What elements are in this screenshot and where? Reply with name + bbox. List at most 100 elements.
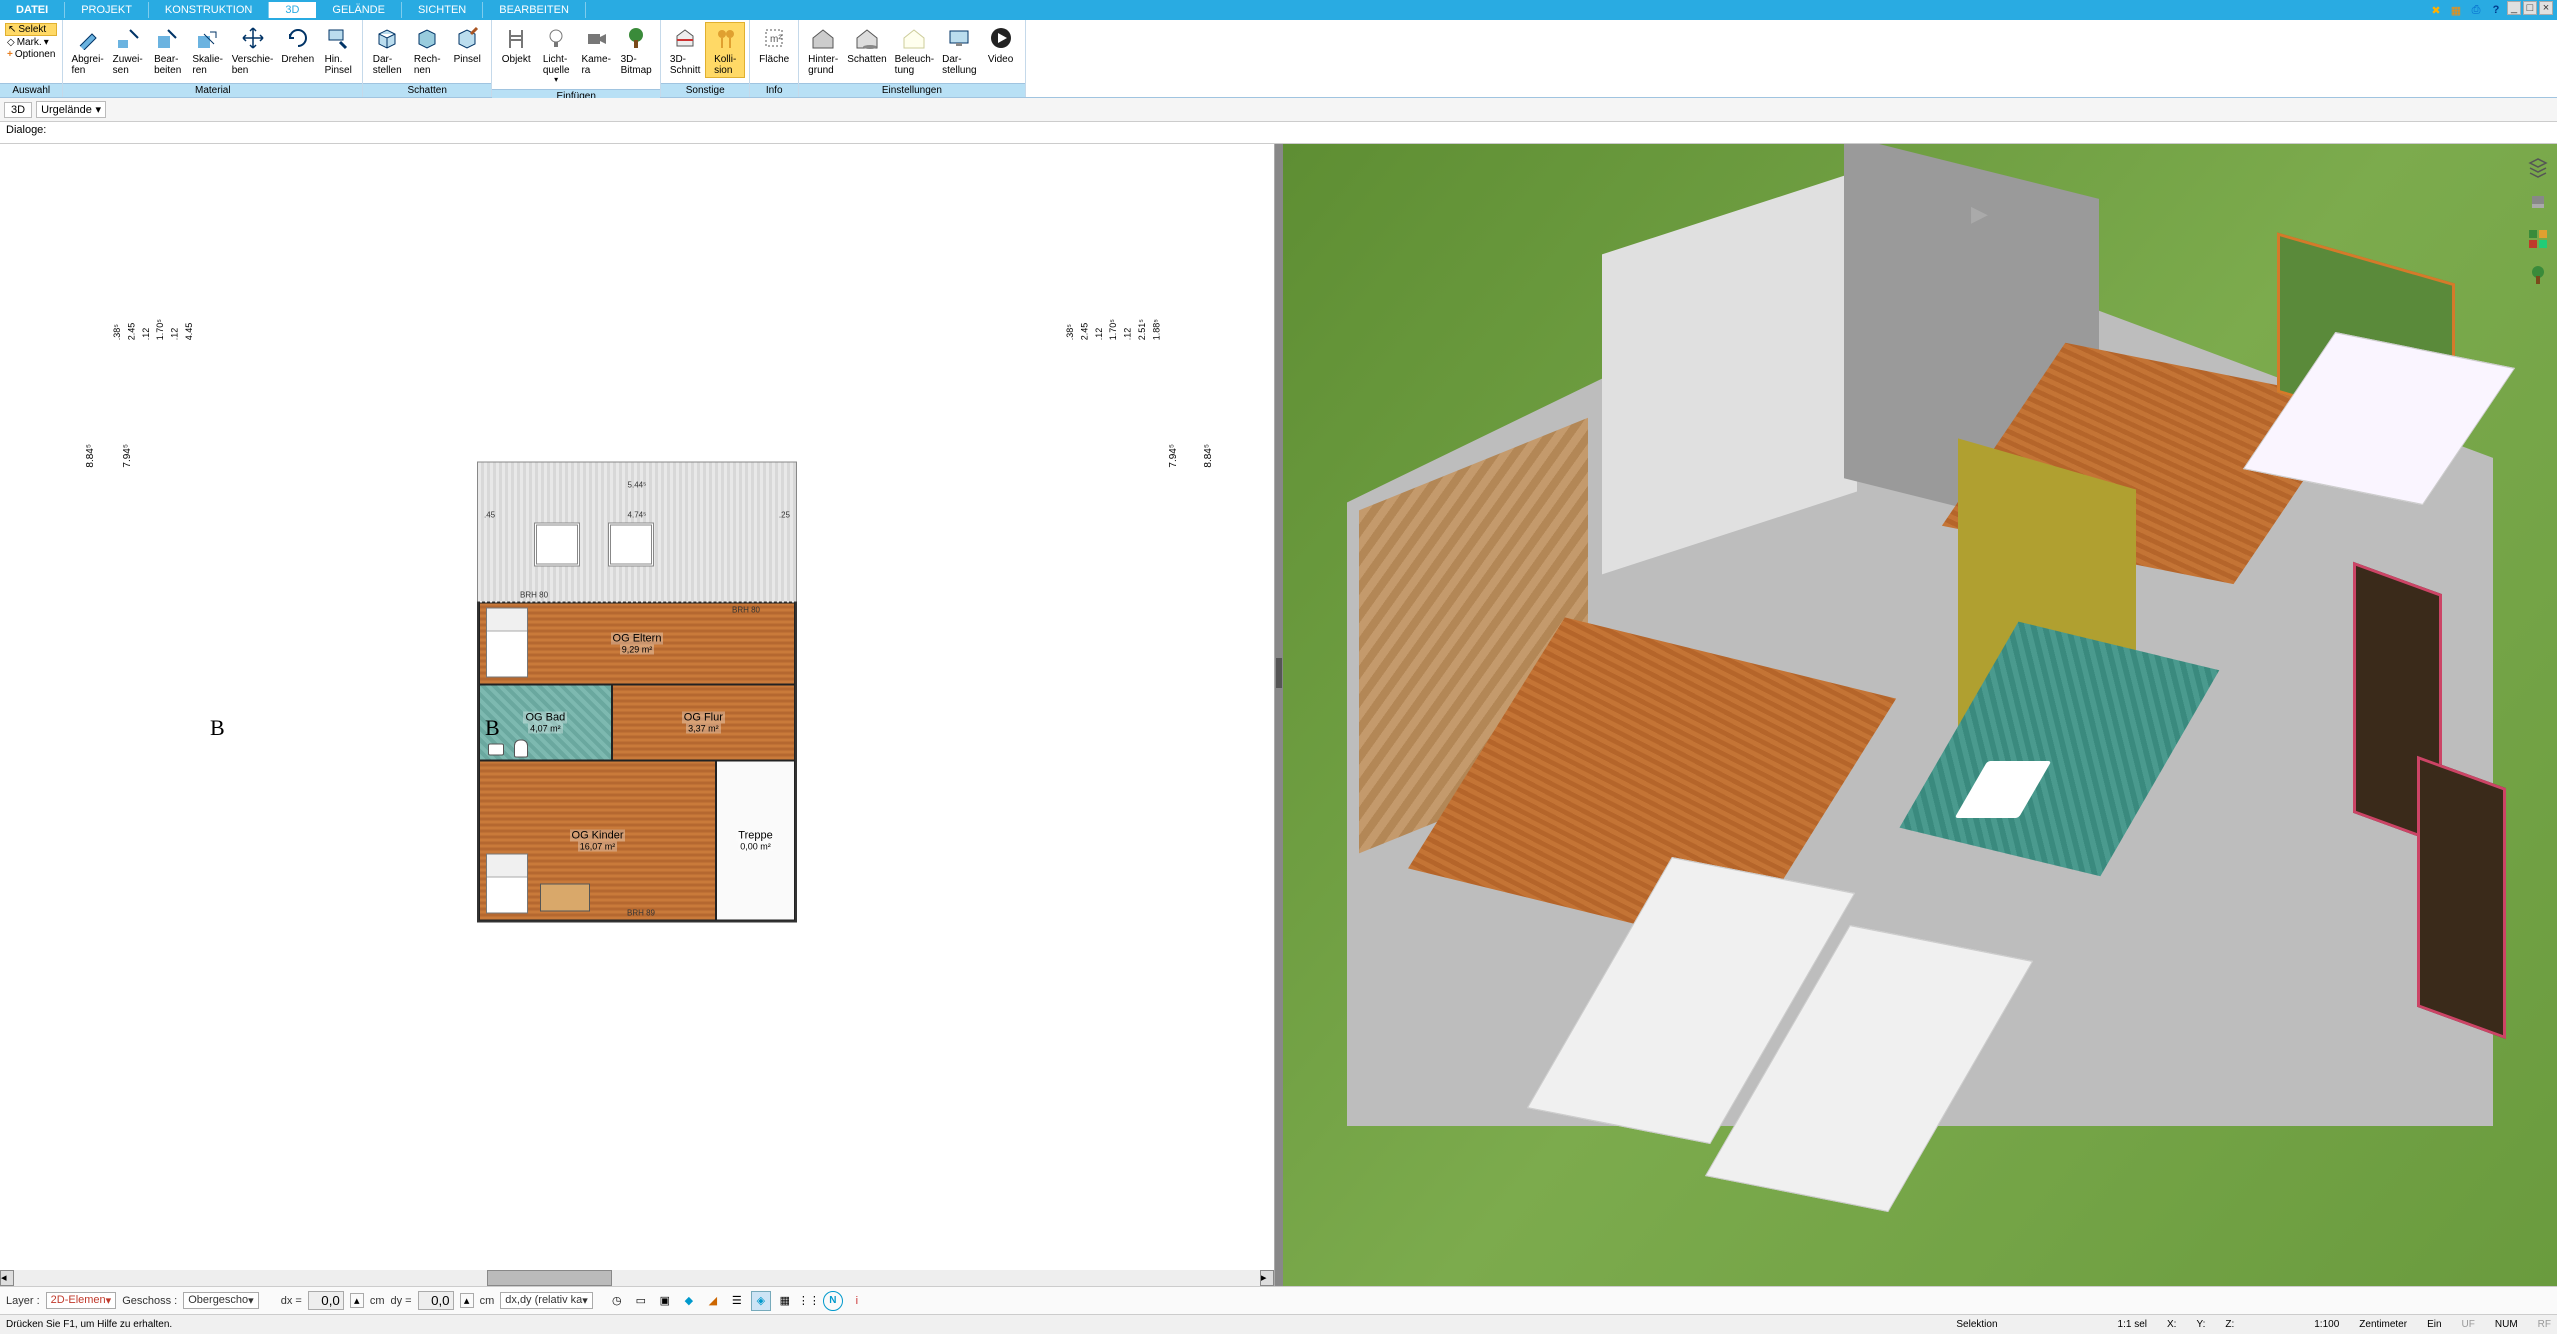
tool-icon-1[interactable]: ✖ bbox=[2427, 1, 2445, 19]
group-label-auswahl: Auswahl bbox=[0, 83, 62, 97]
tree-side-icon[interactable] bbox=[2525, 262, 2551, 288]
lichtquelle-button[interactable]: Licht- quelle▾ bbox=[536, 22, 576, 87]
schatten-est-button[interactable]: Schatten bbox=[843, 22, 890, 67]
plan-roof: 5.44⁵ 4.74⁵ .45 .25 BRH 80 bbox=[477, 462, 797, 602]
viewports: 5.44⁵ 4.74⁵ .45 .25 BRH 80 OG Eltern 9,2… bbox=[0, 144, 2557, 1286]
brush-icon bbox=[453, 24, 481, 52]
dy-stepper[interactable]: ▴ bbox=[460, 1293, 474, 1308]
status-ein: Ein bbox=[2427, 1319, 2441, 1330]
section-marker-b-right: B bbox=[485, 715, 500, 741]
north-tb-icon[interactable]: N bbox=[823, 1291, 843, 1311]
abgreifen-button[interactable]: Abgrei- fen bbox=[67, 22, 107, 78]
window-close-icon[interactable]: × bbox=[2539, 1, 2553, 15]
clock-icon[interactable]: ◷ bbox=[607, 1291, 627, 1311]
group-label-material: Material bbox=[63, 83, 362, 97]
flaeche-button[interactable]: m²Fläche bbox=[754, 22, 794, 67]
status-rf: RF bbox=[2538, 1319, 2551, 1330]
window-minimize-icon[interactable]: _ bbox=[2507, 1, 2521, 15]
kamera-button[interactable]: Kame- ra bbox=[576, 22, 616, 78]
camera-tb-icon[interactable]: ▣ bbox=[655, 1291, 675, 1311]
horizontal-scrollbar[interactable]: ◂▸ bbox=[0, 1270, 1274, 1286]
layer-tb-icon[interactable]: ◆ bbox=[679, 1291, 699, 1311]
dx-input[interactable] bbox=[308, 1291, 344, 1310]
hintergrund-button[interactable]: Hinter- grund bbox=[803, 22, 843, 78]
layers-icon[interactable] bbox=[2525, 154, 2551, 180]
chevron-down-icon: ▾ bbox=[248, 1294, 254, 1307]
selekt-button[interactable]: ↖Selekt bbox=[5, 23, 57, 36]
help-icon[interactable]: ? bbox=[2487, 1, 2505, 19]
optionen-button[interactable]: +Optionen bbox=[5, 49, 57, 60]
menu-tab-datei[interactable]: DATEI bbox=[0, 2, 65, 18]
move-icon bbox=[239, 24, 267, 52]
zuweisen-button[interactable]: Zuwei- sen bbox=[108, 22, 148, 78]
diamond-tb-icon[interactable]: ◈ bbox=[751, 1291, 771, 1311]
geschoss-select[interactable]: Obergescho▾ bbox=[183, 1292, 258, 1309]
schnitt-button[interactable]: 3D- Schnitt bbox=[665, 22, 705, 78]
dim-total-left-2: 7.94⁵ bbox=[122, 444, 133, 468]
bitmap-button[interactable]: 3D- Bitmap bbox=[616, 22, 656, 78]
bearbeiten-button[interactable]: Bear- beiten bbox=[148, 22, 188, 78]
room-flur: OG Flur 3,37 m² bbox=[612, 685, 795, 761]
ribbon-group-einfuegen: Objekt Licht- quelle▾ Kame- ra 3D- Bitma… bbox=[492, 20, 661, 97]
paint-tb-icon[interactable]: ◢ bbox=[703, 1291, 723, 1311]
dim-left-off: .45 bbox=[484, 511, 495, 520]
dialoge-label: Dialoge: bbox=[6, 124, 46, 136]
pinsel-button[interactable]: Pinsel bbox=[447, 22, 487, 67]
tool-icon-2[interactable]: ▦ bbox=[2447, 1, 2465, 19]
terrain-select[interactable]: Urgelände▾ bbox=[36, 101, 106, 118]
status-unit: Zentimeter bbox=[2359, 1319, 2407, 1330]
dim-chain-right: .38⁵ 2.45 .12 1.70⁵ .12 2.51⁵ 1.88⁵ bbox=[1063, 319, 1164, 340]
tool-icon-3[interactable]: ⎙ bbox=[2467, 1, 2485, 19]
mark-button[interactable]: ◇Mark.▾ bbox=[5, 37, 57, 48]
menu-tab-konstruktion[interactable]: KONSTRUKTION bbox=[149, 2, 269, 18]
chevron-down-icon: ▾ bbox=[582, 1294, 588, 1307]
skylight-2 bbox=[608, 523, 654, 567]
cut-icon bbox=[671, 24, 699, 52]
verschieben-button[interactable]: Verschie- ben bbox=[228, 22, 278, 78]
display-icon bbox=[945, 24, 973, 52]
drehen-button[interactable]: Drehen bbox=[277, 22, 318, 67]
viewport-3d[interactable]: ▶ bbox=[1283, 144, 2557, 1286]
status-help: Drücken Sie F1, um Hilfe zu erhalten. bbox=[6, 1319, 172, 1330]
monitor-icon[interactable]: ▭ bbox=[631, 1291, 651, 1311]
video-button[interactable]: Video bbox=[981, 22, 1021, 67]
camera-icon bbox=[582, 24, 610, 52]
dotgrid-tb-icon[interactable]: ⋮⋮ bbox=[799, 1291, 819, 1311]
dy-input[interactable] bbox=[418, 1291, 454, 1310]
status-scale: 1:100 bbox=[2314, 1319, 2339, 1330]
menu-tab-3d[interactable]: 3D bbox=[269, 2, 316, 18]
menu-tab-bearbeiten[interactable]: BEARBEITEN bbox=[483, 2, 586, 18]
darstellen-button[interactable]: Dar- stellen bbox=[367, 22, 407, 78]
darstellung-button[interactable]: Dar- stellung bbox=[938, 22, 980, 78]
chair-side-icon[interactable] bbox=[2525, 190, 2551, 216]
viewport-divider[interactable] bbox=[1275, 144, 1283, 1286]
stack-tb-icon[interactable]: ☰ bbox=[727, 1291, 747, 1311]
svg-text:m²: m² bbox=[770, 34, 782, 45]
skalieren-button[interactable]: Skalie- ren bbox=[188, 22, 228, 78]
layer-select[interactable]: 2D-Elemen▾ bbox=[46, 1292, 117, 1309]
objekt-button[interactable]: Objekt bbox=[496, 22, 536, 67]
palette-icon[interactable] bbox=[2525, 226, 2551, 252]
grid-tb-icon[interactable]: ▦ bbox=[775, 1291, 795, 1311]
menu-tab-gelaende[interactable]: GELÄNDE bbox=[316, 2, 402, 18]
menu-tab-projekt[interactable]: PROJEKT bbox=[65, 2, 149, 18]
dx-stepper[interactable]: ▴ bbox=[350, 1293, 364, 1308]
ribbon-group-info: m²Fläche Info bbox=[750, 20, 799, 97]
coord-mode-select[interactable]: dx,dy (relativ ka▾ bbox=[500, 1292, 593, 1309]
view-3d-button[interactable]: 3D bbox=[4, 102, 32, 118]
chevron-down-icon: ▾ bbox=[554, 76, 558, 85]
beleuchtung-button[interactable]: Beleuch- tung bbox=[891, 22, 938, 78]
viewport-2d-plan[interactable]: 5.44⁵ 4.74⁵ .45 .25 BRH 80 OG Eltern 9,2… bbox=[0, 144, 1275, 1286]
area-icon: m² bbox=[760, 24, 788, 52]
info-tb-icon[interactable]: i bbox=[847, 1291, 867, 1311]
kollision-button[interactable]: Kolli- sion bbox=[705, 22, 745, 78]
hin-pinsel-button[interactable]: Hin. Pinsel bbox=[318, 22, 358, 78]
unit-dy: cm bbox=[480, 1295, 495, 1307]
chevron-down-icon: ▾ bbox=[106, 1294, 112, 1307]
ribbon-group-einstellungen: Hinter- grund Schatten Beleuch- tung Dar… bbox=[799, 20, 1025, 97]
rechnen-button[interactable]: Rech- nen bbox=[407, 22, 447, 78]
window-maximize-icon[interactable]: □ bbox=[2523, 1, 2537, 15]
room-treppe: Treppe 0,00 m² bbox=[716, 761, 795, 921]
menu-tab-sichten[interactable]: SICHTEN bbox=[402, 2, 483, 18]
toilet-icon bbox=[514, 740, 528, 758]
